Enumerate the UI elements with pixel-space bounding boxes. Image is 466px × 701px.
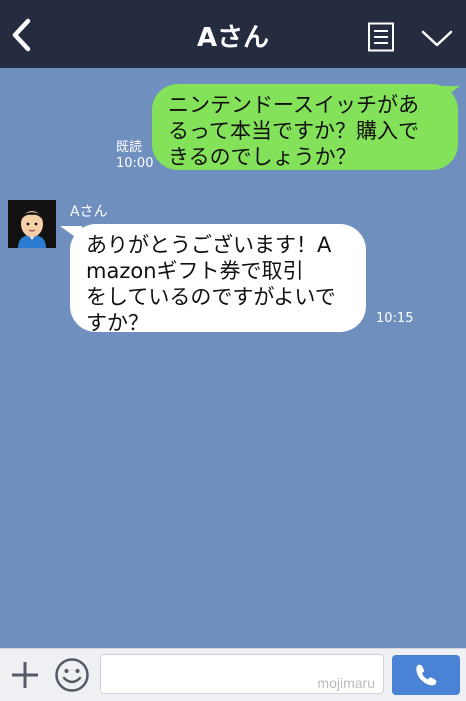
message-line: ありがとうございます！A bbox=[86, 233, 332, 257]
message-input[interactable]: mojimaru bbox=[100, 654, 384, 694]
emoji-button[interactable] bbox=[54, 657, 90, 693]
watermark-text: mojimaru bbox=[317, 675, 375, 691]
smiley-icon bbox=[55, 658, 89, 692]
message-line: すか？ bbox=[86, 311, 149, 335]
read-receipt: 既読 bbox=[116, 140, 143, 155]
message-line: ニンテンドースイッチがあ bbox=[168, 93, 419, 117]
call-button[interactable] bbox=[392, 655, 460, 695]
notes-menu-icon bbox=[368, 22, 394, 52]
message-line: mazonギフト券で取引 bbox=[86, 259, 304, 283]
message-line: きるのでしょうか？ bbox=[168, 145, 357, 169]
notes-menu-button[interactable] bbox=[367, 22, 395, 52]
incoming-timestamp: 10:15 bbox=[376, 311, 414, 326]
chat-title: Aさん bbox=[196, 23, 270, 53]
chat-header: Aさん bbox=[0, 0, 466, 68]
chevron-left-icon bbox=[12, 18, 31, 52]
chevron-down-icon bbox=[421, 30, 453, 47]
outgoing-message-bubble[interactable]: ニンテンドースイッチがあ るって本当ですか？購入で きるのでしょうか？ bbox=[152, 84, 458, 170]
person-avatar-icon bbox=[8, 200, 56, 248]
dropdown-button[interactable] bbox=[420, 26, 454, 50]
message-line: をしているのですがよいで bbox=[86, 285, 336, 309]
outgoing-timestamp: 10:00 bbox=[116, 156, 154, 171]
sender-name: Aさん bbox=[70, 204, 108, 220]
phone-icon bbox=[416, 664, 437, 686]
message-input-bar: mojimaru bbox=[0, 648, 466, 701]
message-line: るって本当ですか？購入で bbox=[168, 119, 419, 143]
add-attachment-button[interactable] bbox=[10, 660, 40, 690]
incoming-message-bubble[interactable]: ありがとうございます！A mazonギフト券で取引 をしているのですがよいで す… bbox=[70, 224, 366, 335]
back-button[interactable] bbox=[8, 18, 38, 52]
plus-icon bbox=[12, 662, 38, 688]
avatar[interactable] bbox=[8, 200, 56, 248]
